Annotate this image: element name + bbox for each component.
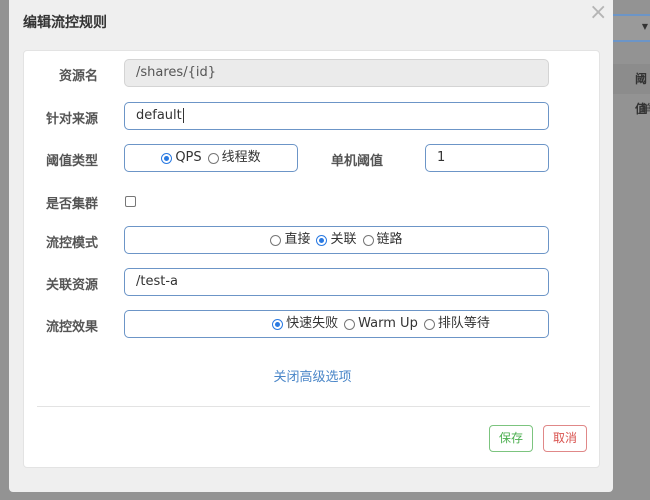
background-table-header: 阈值 (613, 64, 650, 116)
control-behavior-radio-group: 快速失败 Warm Up 排队等待 (124, 310, 549, 338)
cluster-checkbox[interactable] (125, 196, 136, 207)
radio-selected-icon (316, 234, 328, 246)
radio-icon (423, 318, 435, 330)
radio-label: 线程数 (221, 150, 261, 165)
form-card: 资源名 /shares/{id} 针对来源 default 阈值类型 QPS 线… (23, 50, 600, 468)
grade-radio-group: QPS 线程数 (124, 144, 298, 172)
background-select: ▼ (613, 14, 650, 42)
limit-app-label: 针对来源 (45, 112, 98, 127)
limit-app-input[interactable]: default (124, 102, 549, 130)
radio-label: 直接 (284, 232, 311, 247)
cancel-button[interactable]: 取消 (543, 425, 587, 452)
radio-label: QPS (175, 150, 202, 165)
cluster-label: 是否集群 (45, 197, 98, 212)
divider (37, 406, 590, 407)
limit-app-value: default (136, 108, 182, 123)
radio-selected-icon (161, 152, 173, 164)
radio-label: 链路 (376, 232, 403, 247)
radio-selected-icon (272, 318, 284, 330)
chevron-down-icon: ▼ (641, 22, 648, 31)
toggle-advanced-link[interactable]: 关闭高级选项 (24, 366, 601, 385)
radio-icon (270, 234, 282, 246)
grade-radio-thread[interactable]: 线程数 (207, 145, 261, 171)
strategy-radio-direct[interactable]: 直接 (270, 227, 310, 253)
resource-label: 资源名 (58, 69, 98, 84)
radio-label: Warm Up (358, 316, 418, 331)
radio-icon (344, 318, 356, 330)
strategy-radio-chain[interactable]: 链路 (362, 227, 403, 253)
behavior-radio-queue[interactable]: 排队等待 (423, 311, 490, 337)
save-button[interactable]: 保存 (489, 425, 533, 452)
edit-flow-rule-dialog: 编辑流控规则 × 资源名 /shares/{id} 针对来源 default 阈… (9, 0, 613, 492)
dialog-title: 编辑流控规则 (23, 15, 107, 31)
close-icon[interactable]: × (589, 0, 607, 25)
radio-icon (207, 152, 219, 164)
radio-label: 排队等待 (437, 316, 490, 331)
ref-resource-input[interactable]: /test-a (124, 268, 549, 296)
grade-label: 阈值类型 (45, 154, 98, 169)
count-input[interactable]: 1 (425, 144, 549, 172)
strategy-label: 流控模式 (45, 236, 98, 251)
behavior-radio-warm-up[interactable]: Warm Up (344, 311, 418, 337)
strategy-radio-group: 直接 关联 链路 (124, 226, 549, 254)
radio-label: 快速失败 (286, 316, 339, 331)
grade-radio-qps[interactable]: QPS (161, 145, 202, 171)
resource-input[interactable]: /shares/{id} (124, 59, 549, 87)
behavior-radio-fast-fail[interactable]: 快速失败 (272, 311, 338, 337)
strategy-radio-relate[interactable]: 关联 (316, 227, 357, 253)
background-table-cell: 单 (613, 100, 650, 120)
radio-label: 关联 (330, 232, 357, 247)
ref-resource-label: 关联资源 (45, 278, 98, 293)
count-label: 单机阈值 (331, 154, 384, 169)
control-behavior-label: 流控效果 (45, 320, 98, 335)
bg-cell-text: 单 (641, 102, 650, 115)
radio-icon (362, 234, 374, 246)
